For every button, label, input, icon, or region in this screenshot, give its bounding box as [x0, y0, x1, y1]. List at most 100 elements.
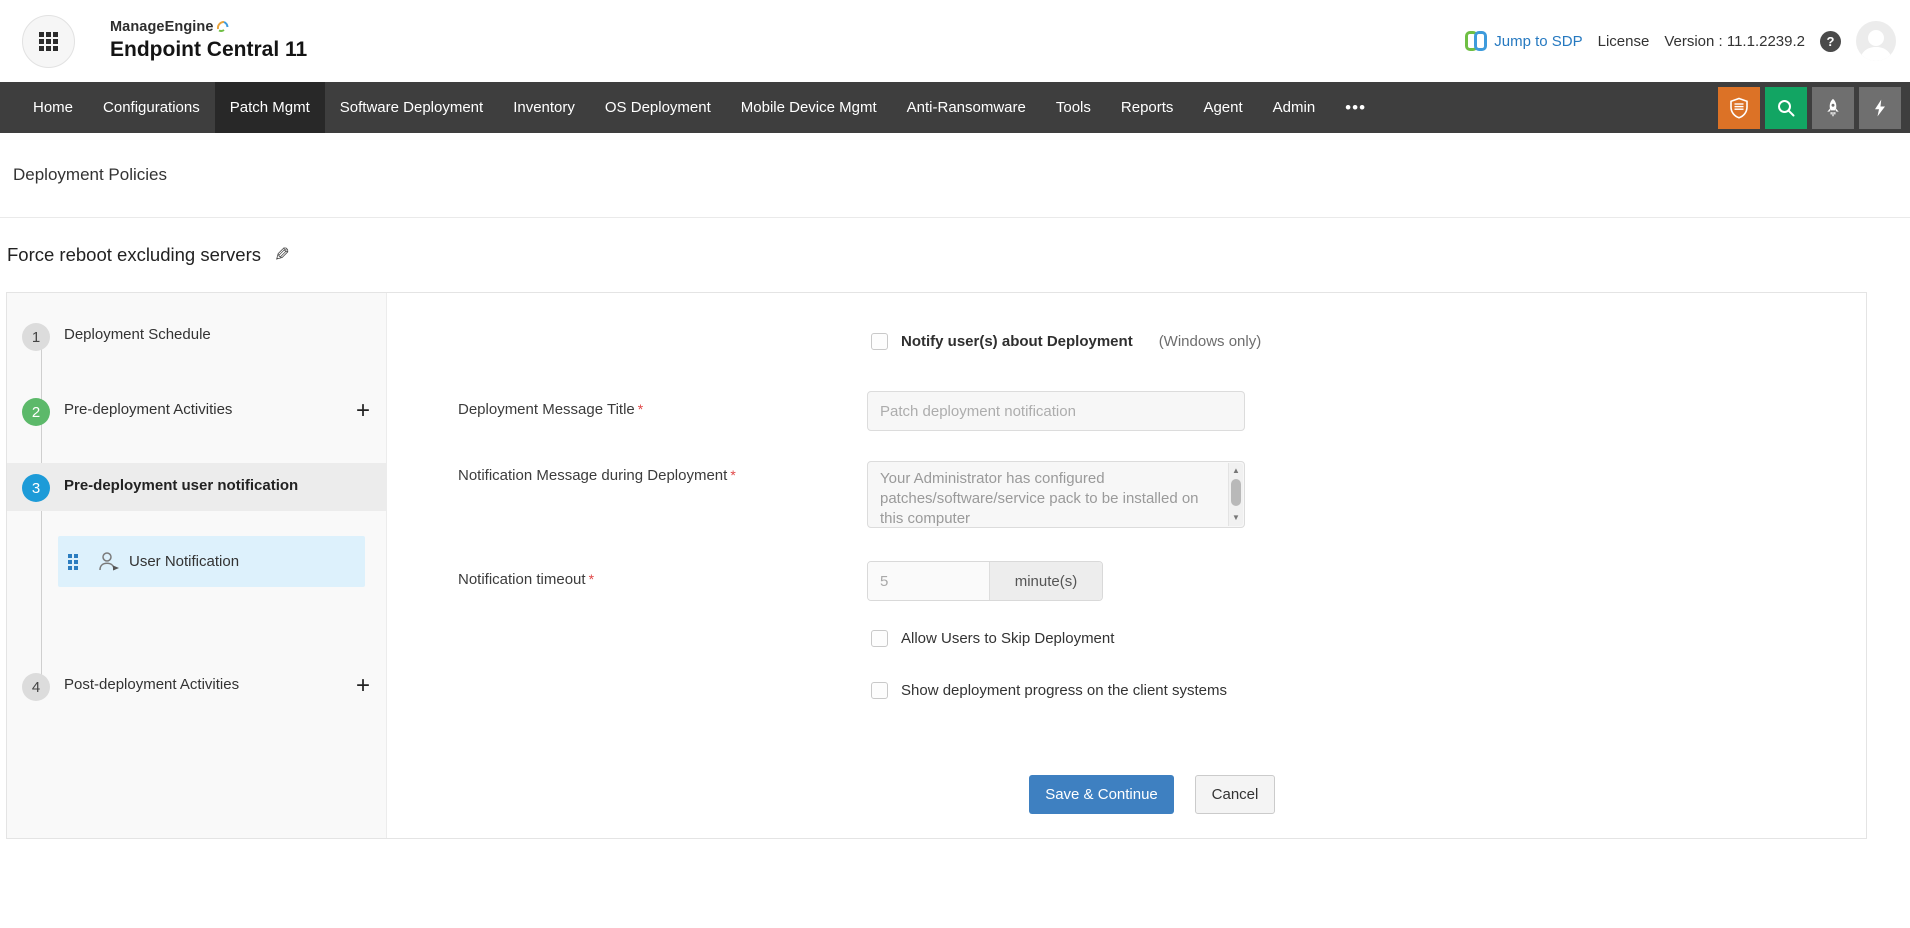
nav-item-configurations[interactable]: Configurations	[88, 82, 215, 133]
nav-item-inventory[interactable]: Inventory	[498, 82, 590, 133]
show-progress-checkbox[interactable]	[871, 682, 888, 699]
search-icon	[1778, 99, 1795, 116]
required-marker: *	[730, 467, 736, 483]
endpoint-central-app: ManageEngine Endpoint Central 11 Jump to…	[0, 0, 1910, 928]
person-silhouette-icon	[1860, 30, 1892, 61]
show-progress-row: Show deployment progress on the client s…	[871, 682, 1227, 699]
step-number: 2	[31, 403, 41, 421]
stepper-item-post-deployment-activities[interactable]: Post-deployment Activities	[64, 676, 239, 693]
nav-item-admin[interactable]: Admin	[1258, 82, 1331, 133]
notification-message-textarea[interactable]: Your Administrator has configured patche…	[867, 461, 1245, 528]
save-and-continue-button[interactable]: Save & Continue	[1029, 775, 1174, 814]
policy-editor-card: 1 Deployment Schedule 2 Pre-deployment A…	[6, 292, 1867, 839]
step-number: 1	[31, 328, 41, 346]
brand-wordmark: ManageEngine	[110, 19, 214, 36]
help-icon: ?	[1826, 33, 1835, 49]
scroll-up-icon[interactable]: ▲	[1229, 464, 1243, 478]
allow-skip-label: Allow Users to Skip Deployment	[901, 630, 1115, 647]
shield-icon	[1730, 97, 1748, 119]
deployment-stepper: 1 Deployment Schedule 2 Pre-deployment A…	[7, 293, 387, 838]
getting-started-button[interactable]	[1812, 86, 1854, 129]
add-pre-deployment-activity-button[interactable]: +	[348, 397, 378, 427]
policy-title-row: Force reboot excluding servers ✎	[0, 218, 1910, 292]
nav-item-home[interactable]: Home	[18, 82, 88, 133]
jump-to-sdp-link[interactable]: Jump to SDP	[1465, 30, 1583, 52]
notification-timeout-label: Notification timeout	[458, 571, 586, 588]
message-title-input[interactable]	[867, 391, 1245, 431]
notification-message-label-row: Notification Message during Deployment *	[458, 467, 736, 484]
nav-item-mobile-device-mgmt[interactable]: Mobile Device Mgmt	[726, 82, 892, 133]
stepper-item-pre-deployment-user-notification[interactable]: Pre-deployment user notification	[64, 477, 298, 494]
nav-item-patch-mgmt[interactable]: Patch Mgmt	[214, 82, 325, 133]
nav-icon-cluster	[1718, 82, 1910, 133]
notification-timeout-group: minute(s)	[867, 561, 1103, 601]
header-right-cluster: Jump to SDP License Version : 11.1.2239.…	[1465, 21, 1896, 61]
scroll-down-icon[interactable]: ▼	[1229, 511, 1243, 525]
user-avatar[interactable]	[1856, 21, 1896, 61]
step-indicator-1: 1	[22, 323, 50, 351]
user-notification-icon	[99, 552, 119, 571]
required-marker: *	[637, 401, 644, 417]
product-title: Endpoint Central 11	[110, 38, 308, 62]
drag-handle-icon[interactable]	[68, 553, 78, 570]
pencil-icon: ✎	[273, 244, 290, 266]
quick-actions-button[interactable]	[1859, 86, 1901, 129]
top-header: ManageEngine Endpoint Central 11 Jump to…	[0, 0, 1910, 82]
stepper-connector-line	[41, 337, 42, 687]
show-progress-label: Show deployment progress on the client s…	[901, 682, 1227, 699]
textarea-scrollbar[interactable]: ▲ ▼	[1228, 463, 1243, 526]
step-number: 4	[31, 678, 41, 696]
scrollbar-thumb[interactable]	[1231, 479, 1241, 506]
sdp-icon	[1465, 30, 1488, 52]
required-marker: *	[588, 571, 595, 587]
user-notification-sub-item[interactable]: User Notification	[58, 536, 365, 587]
allow-skip-checkbox[interactable]	[871, 630, 888, 647]
version-label: Version : 11.1.2239.2	[1664, 32, 1805, 50]
nav-item-agent[interactable]: Agent	[1188, 82, 1257, 133]
page-title: Deployment Policies	[13, 165, 168, 184]
message-title-label-row: Deployment Message Title *	[458, 401, 643, 418]
message-title-label: Deployment Message Title	[458, 401, 635, 418]
brand-block: ManageEngine Endpoint Central 11	[110, 19, 308, 62]
step-indicator-4: 4	[22, 673, 50, 701]
lightning-icon	[1875, 99, 1885, 116]
main-navbar: Home Configurations Patch Mgmt Software …	[0, 82, 1910, 133]
user-notification-form: Notify user(s) about Deployment (Windows…	[387, 293, 1866, 838]
cancel-button[interactable]: Cancel	[1195, 775, 1275, 814]
notification-timeout-input[interactable]	[868, 562, 989, 600]
nav-more-button[interactable]: •••	[1330, 82, 1381, 133]
rocket-icon	[1827, 98, 1839, 116]
notification-timeout-label-row: Notification timeout *	[458, 571, 594, 588]
edit-policy-name-button[interactable]: ✎	[274, 244, 290, 267]
app-launcher-button[interactable]	[22, 14, 75, 68]
step-indicator-3: 3	[22, 474, 50, 502]
nav-item-anti-ransomware[interactable]: Anti-Ransomware	[892, 82, 1041, 133]
nav-item-tools[interactable]: Tools	[1041, 82, 1106, 133]
timeout-unit-label: minute(s)	[989, 562, 1102, 600]
stepper-item-deployment-schedule[interactable]: Deployment Schedule	[64, 326, 211, 343]
notification-message-value: Your Administrator has configured patche…	[880, 470, 1199, 527]
notify-users-checkbox[interactable]	[871, 333, 888, 350]
help-button[interactable]: ?	[1820, 30, 1841, 52]
security-shield-button[interactable]	[1718, 86, 1760, 129]
breadcrumb: Deployment Policies	[0, 133, 1910, 218]
notification-message-label: Notification Message during Deployment	[458, 467, 728, 484]
nav-item-os-deployment[interactable]: OS Deployment	[590, 82, 726, 133]
user-notification-label: User Notification	[129, 553, 240, 570]
nav-item-reports[interactable]: Reports	[1106, 82, 1189, 133]
stepper-item-pre-deployment-activities[interactable]: Pre-deployment Activities	[64, 401, 232, 418]
add-post-deployment-activity-button[interactable]: +	[348, 672, 378, 702]
policy-title: Force reboot excluding servers	[7, 244, 261, 265]
form-actions: Save & Continue Cancel	[1029, 775, 1275, 814]
manageengine-swoosh-icon	[216, 21, 229, 33]
license-link[interactable]: License	[1598, 33, 1650, 50]
step-number: 3	[31, 479, 41, 497]
nav-item-software-deployment[interactable]: Software Deployment	[325, 82, 498, 133]
grid-icon	[39, 31, 58, 51]
search-button[interactable]	[1765, 86, 1807, 129]
step-indicator-2: 2	[22, 398, 50, 426]
notify-users-row: Notify user(s) about Deployment (Windows…	[871, 333, 1261, 350]
skip-deployment-row: Allow Users to Skip Deployment	[871, 630, 1114, 647]
jump-to-sdp-label: Jump to SDP	[1494, 32, 1583, 50]
notify-users-label: Notify user(s) about Deployment	[901, 333, 1133, 350]
